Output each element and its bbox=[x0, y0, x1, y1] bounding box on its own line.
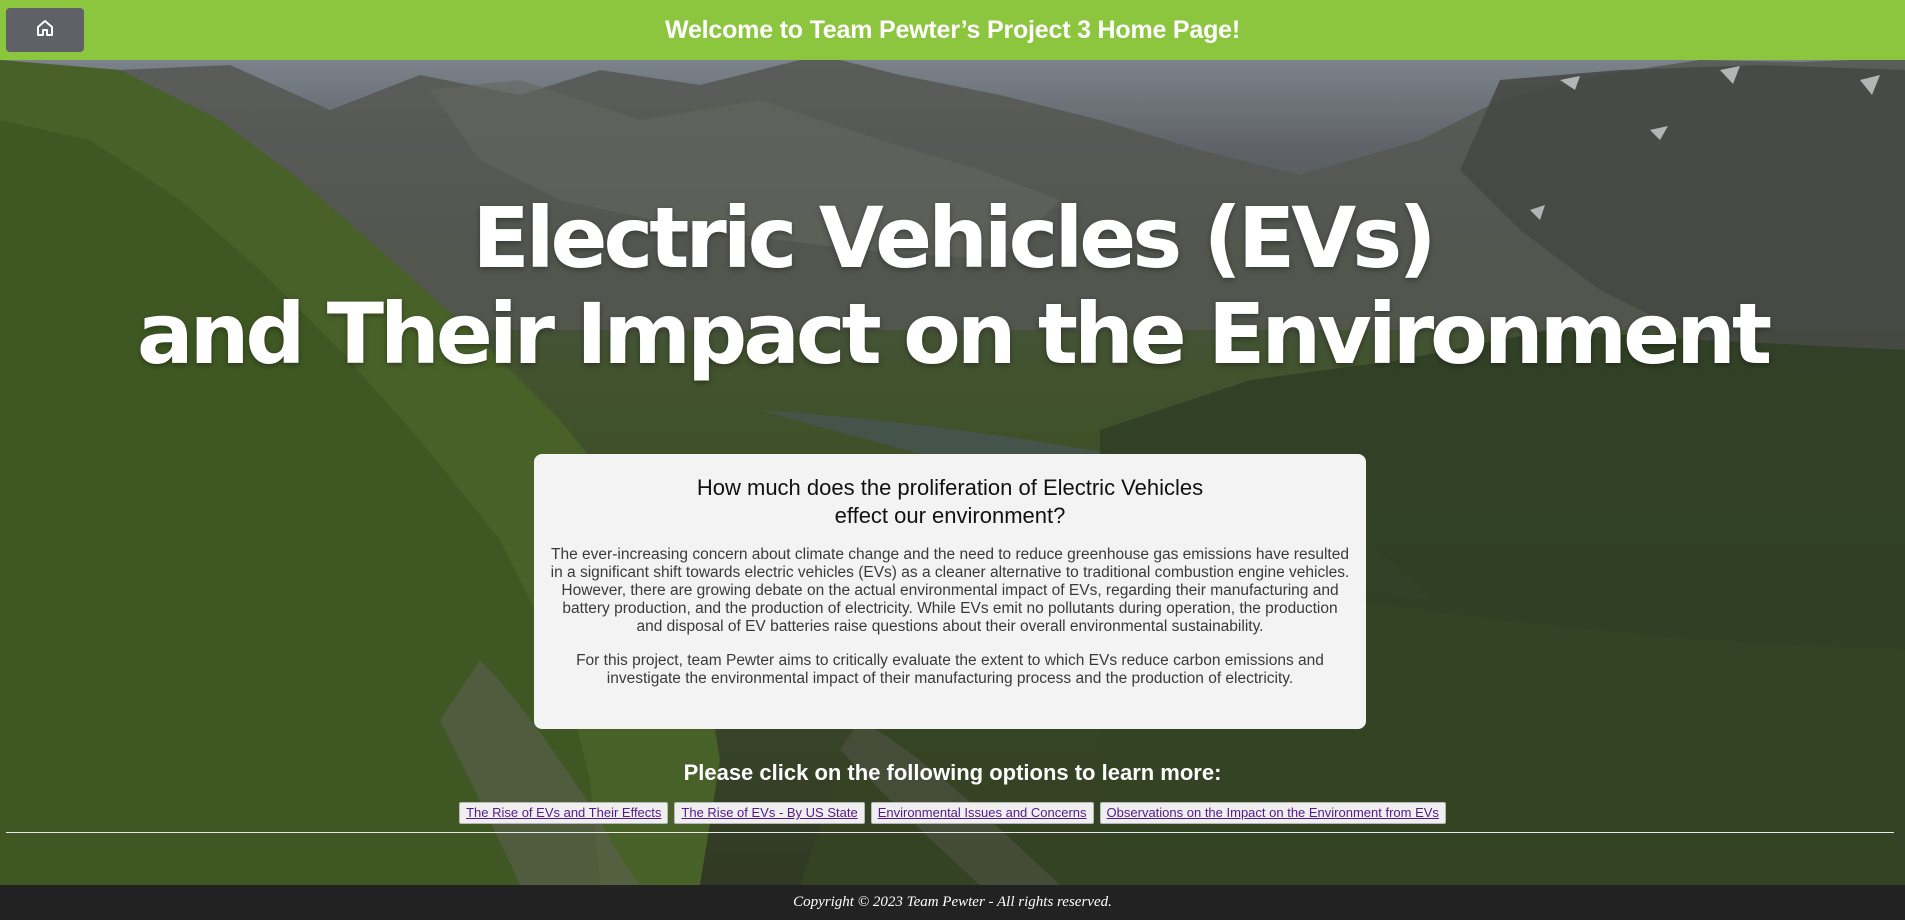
link-environmental-issues[interactable]: Environmental Issues and Concerns bbox=[870, 802, 1094, 824]
hero-title-line2: and Their Impact on the Environment bbox=[136, 285, 1772, 383]
hero-title-line1: Electric Vehicles (EVs) bbox=[472, 189, 1436, 287]
divider bbox=[6, 832, 1894, 833]
header-bar: Welcome to Team Pewter’s Project 3 Home … bbox=[0, 0, 1905, 60]
footer: Copyright © 2023 Team Pewter - All right… bbox=[0, 885, 1905, 920]
card-heading: How much does the proliferation of Elect… bbox=[650, 474, 1250, 530]
link-rise-of-evs-by-state[interactable]: The Rise of EVs - By US State bbox=[674, 802, 865, 824]
hero-title: Electric Vehicles (EVs) and Their Impact… bbox=[0, 190, 1905, 382]
link-observations-impact[interactable]: Observations on the Impact on the Enviro… bbox=[1099, 802, 1446, 824]
home-button[interactable] bbox=[6, 8, 84, 52]
navigation-links: The Rise of EVs and Their Effects The Ri… bbox=[0, 802, 1905, 824]
learn-more-prompt: Please click on the following options to… bbox=[683, 760, 1222, 785]
link-rise-of-evs[interactable]: The Rise of EVs and Their Effects bbox=[459, 802, 669, 824]
home-icon bbox=[35, 18, 55, 42]
header-title: Welcome to Team Pewter’s Project 3 Home … bbox=[665, 15, 1240, 44]
card-paragraph-2: For this project, team Pewter aims to cr… bbox=[576, 652, 1324, 687]
card-paragraph-1: The ever-increasing concern about climat… bbox=[550, 546, 1350, 635]
intro-card: How much does the proliferation of Elect… bbox=[534, 454, 1366, 729]
footer-copyright: Copyright © 2023 Team Pewter - All right… bbox=[793, 894, 1112, 910]
card-heading-line2: effect our environment? bbox=[834, 503, 1066, 528]
card-heading-line1: How much does the proliferation of Elect… bbox=[696, 475, 1204, 500]
